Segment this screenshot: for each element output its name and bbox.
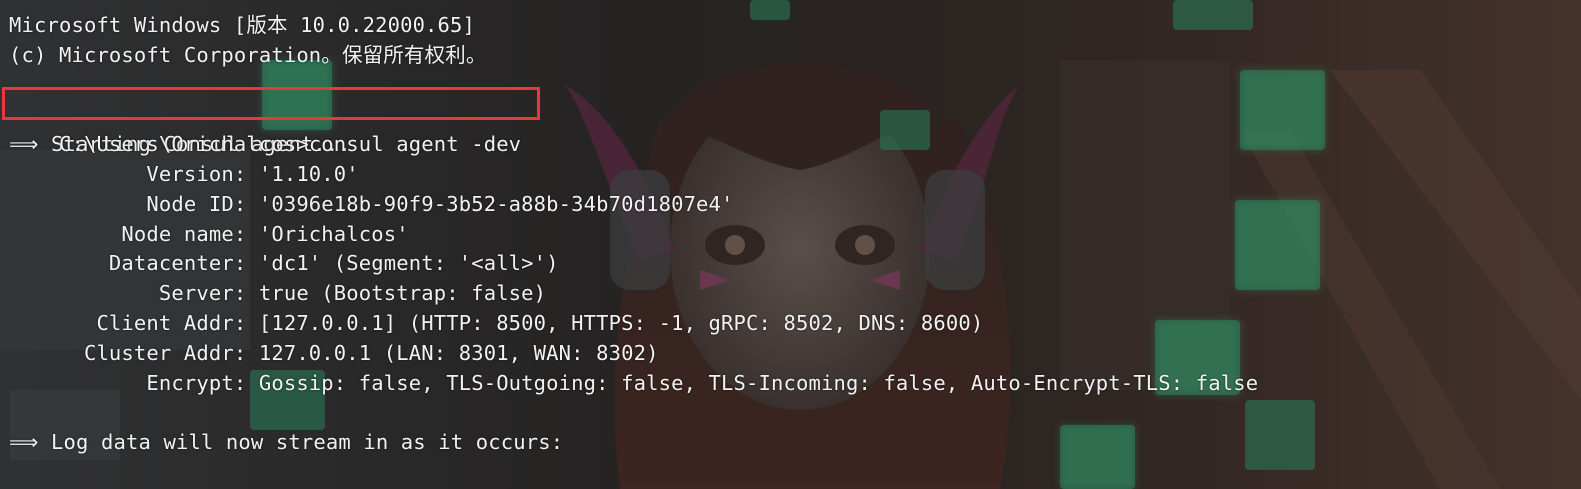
output-line: Node name: 'Orichalcos' — [9, 221, 409, 246]
os-version-line: Microsoft Windows [版本 10.0.22000.65] — [9, 13, 476, 37]
terminal-window[interactable]: Microsoft Windows [版本 10.0.22000.65] (c)… — [0, 0, 1581, 489]
output-line: Datacenter: 'dc1' (Segment: '<all>') — [9, 251, 559, 276]
output-line: Client Addr: [127.0.0.1] (HTTP: 8500, HT… — [9, 310, 984, 335]
output-line: Cluster Addr: 127.0.0.1 (LAN: 8301, WAN:… — [9, 340, 659, 365]
prompt: C:\Users\Orichalcos> — [58, 132, 309, 157]
command-text: consul agent -dev — [308, 132, 522, 157]
output-line: Version: '1.10.0' — [9, 161, 359, 186]
output-line: Node ID: '0396e18b-90f9-3b52-a88b-34b70d… — [9, 191, 734, 216]
output-line: ⟹ Log data will now stream in as it occu… — [9, 430, 564, 455]
command-line[interactable]: C:\Users\Orichalcos>consul agent -dev — [2, 87, 1581, 156]
output-line: Encrypt: Gossip: false, TLS-Outgoing: fa… — [9, 370, 1259, 395]
output-line: Server: true (Bootstrap: false) — [9, 281, 547, 306]
copyright-line: (c) Microsoft Corporation。保留所有权利。 — [9, 42, 487, 67]
